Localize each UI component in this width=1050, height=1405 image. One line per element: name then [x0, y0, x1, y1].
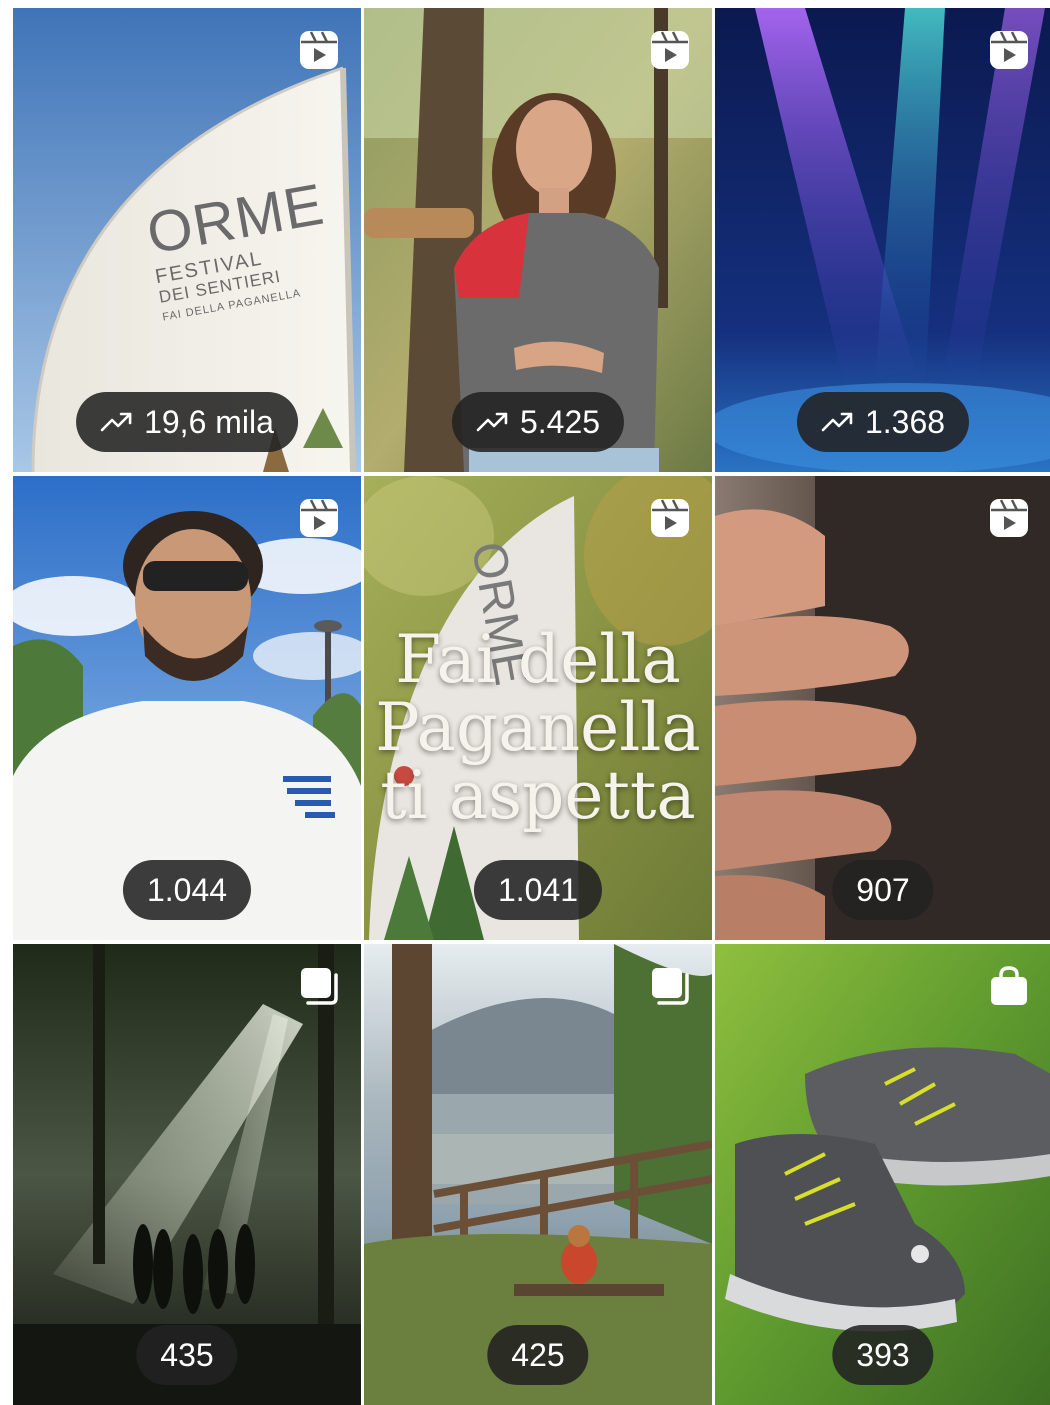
view-count-badge: 5.425 [451, 392, 625, 452]
reel-icon [987, 496, 1031, 540]
reel-icon [297, 496, 341, 540]
media-grid: ORME FESTIVAL DEI SENTIERI FAI DELLA PAG… [13, 8, 1050, 1405]
shopping-bag-icon [987, 964, 1031, 1008]
view-count: 5.425 [519, 403, 601, 440]
view-count: 907 [856, 871, 910, 908]
trending-up-icon [821, 412, 853, 432]
view-count-badge: 1.041 [473, 860, 603, 920]
trending-up-icon [100, 412, 132, 432]
grid-tile[interactable]: 435 [13, 944, 361, 1405]
reel-icon [987, 28, 1031, 72]
view-count-badge: 1.368 [796, 392, 970, 452]
view-count-badge: 425 [487, 1325, 589, 1385]
carousel-icon [297, 964, 341, 1008]
grid-tile[interactable]: 907 [715, 476, 1050, 940]
view-count-badge: 19,6 mila [76, 392, 298, 452]
view-count: 435 [160, 1336, 214, 1373]
grid-tile[interactable]: ORME Fai della Paganella ti aspetta 1.04… [364, 476, 712, 940]
view-count-badge: 1.044 [122, 860, 252, 920]
view-count-badge: 393 [832, 1325, 934, 1385]
reel-icon [297, 28, 341, 72]
grid-tile[interactable]: 1.368 [715, 8, 1050, 472]
grid-tile[interactable]: ORME FESTIVAL DEI SENTIERI FAI DELLA PAG… [13, 8, 361, 472]
view-count: 425 [511, 1336, 565, 1373]
grid-tile[interactable]: 5.425 [364, 8, 712, 472]
reel-icon [648, 28, 692, 72]
view-count: 1.041 [497, 871, 579, 908]
reel-icon [648, 496, 692, 540]
view-count-badge: 907 [832, 860, 934, 920]
view-count: 19,6 mila [144, 403, 274, 440]
grid-tile[interactable]: 393 [715, 944, 1050, 1405]
view-count: 1.044 [146, 871, 228, 908]
view-count: 393 [856, 1336, 910, 1373]
view-count-badge: 435 [136, 1325, 238, 1385]
carousel-icon [648, 964, 692, 1008]
trending-up-icon [476, 412, 508, 432]
grid-tile[interactable]: 1.044 [13, 476, 361, 940]
grid-tile[interactable]: 425 [364, 944, 712, 1405]
view-count: 1.368 [864, 403, 946, 440]
reel-overlay-title: Fai della Paganella ti aspetta [375, 621, 701, 834]
